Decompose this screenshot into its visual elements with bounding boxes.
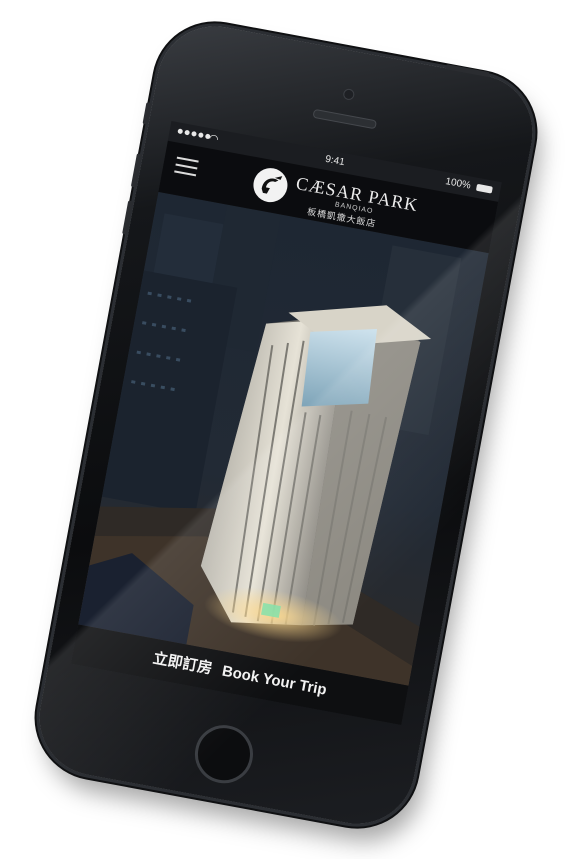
hamburger-menu-icon[interactable] xyxy=(174,156,199,179)
stage: ◠ 9:41 100% CÆSAR PARK BANQIAO 板橋凱撒大飯店 立… xyxy=(0,0,572,859)
book-label-en: Book Your Trip xyxy=(220,662,329,699)
book-label-zh: 立即訂房 xyxy=(151,649,214,678)
caesar-helmet-logo-icon[interactable] xyxy=(250,165,291,205)
battery-percentage: 100% xyxy=(444,176,472,192)
phone-mockup: ◠ 9:41 100% CÆSAR PARK BANQIAO 板橋凱撒大飯店 立… xyxy=(29,16,543,834)
